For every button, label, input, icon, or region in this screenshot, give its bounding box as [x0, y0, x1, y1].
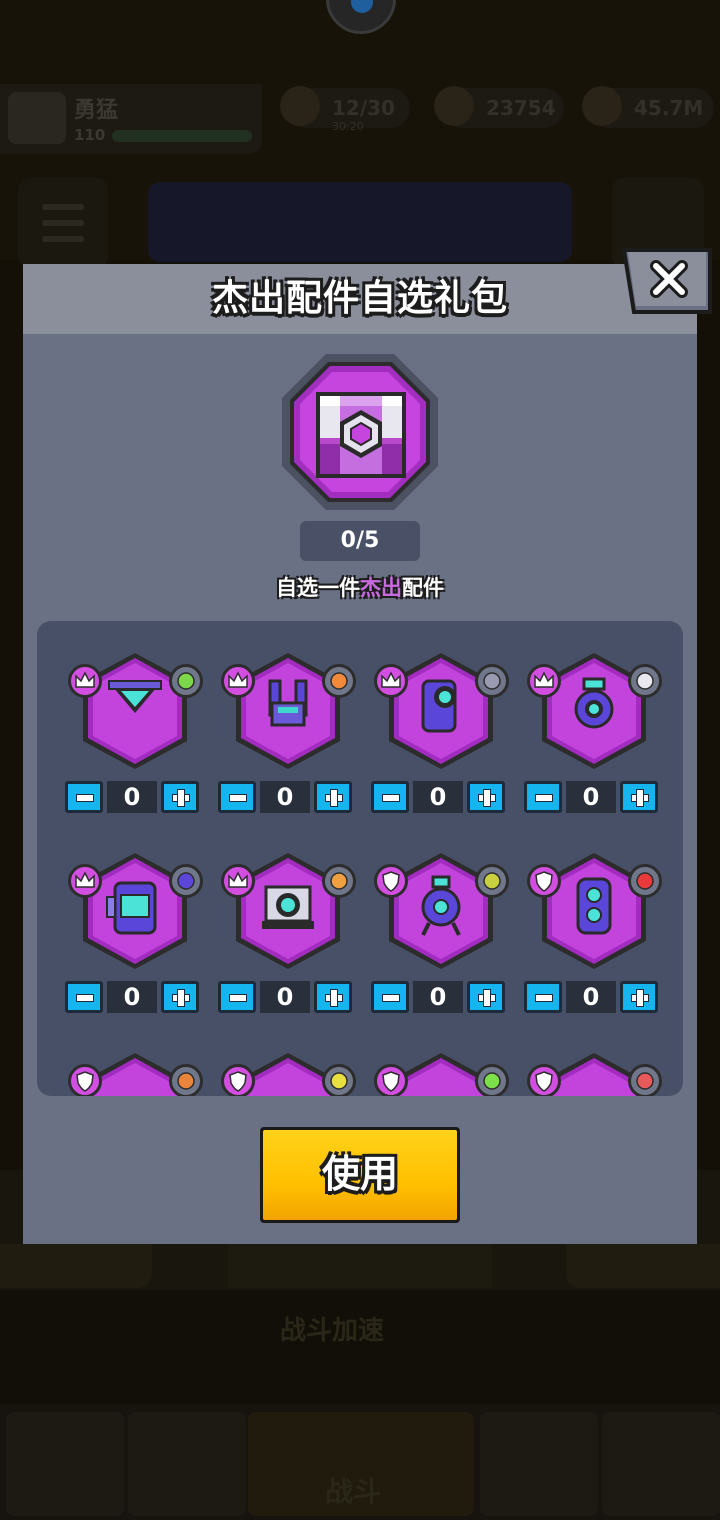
shield-icon [527, 1064, 561, 1096]
background-nav-tab [480, 1412, 598, 1516]
subtitle-suffix: 配件 [402, 576, 444, 600]
plant-icon [475, 1064, 509, 1096]
plus-button[interactable] [620, 781, 658, 813]
virus-icon [475, 864, 509, 898]
minus-button[interactable] [218, 781, 256, 813]
plus-button[interactable] [161, 781, 199, 813]
quantity-value: 0 [260, 981, 310, 1013]
accessory-item[interactable] [218, 1051, 358, 1096]
accessory-item[interactable]: 0 [218, 651, 358, 831]
background-player-bar [112, 130, 252, 142]
shield-icon [374, 1064, 408, 1096]
plus-button[interactable] [314, 981, 352, 1013]
plus-button[interactable] [161, 981, 199, 1013]
accessory-item[interactable] [524, 1051, 664, 1096]
minus-button[interactable] [524, 981, 562, 1013]
plus-button[interactable] [467, 981, 505, 1013]
accessory-item[interactable]: 0 [524, 851, 664, 1031]
shield-icon [221, 1064, 255, 1096]
quantity-value: 0 [107, 981, 157, 1013]
background-nav-tab [128, 1412, 246, 1516]
quantity-stepper[interactable]: 0 [65, 781, 199, 815]
background-nav-tab [6, 1412, 124, 1516]
quantity-stepper[interactable]: 0 [371, 781, 505, 815]
ball-icon [628, 664, 662, 698]
dialog-subtitle: 自选一件杰出配件 [0, 572, 720, 602]
crown-icon [221, 864, 255, 898]
close-button[interactable] [620, 248, 712, 314]
brick-icon [169, 1064, 203, 1096]
cone-icon [169, 864, 203, 898]
minus-button[interactable] [524, 781, 562, 813]
quantity-value: 0 [413, 781, 463, 813]
quantity-stepper[interactable]: 0 [218, 781, 352, 815]
dialog-title: 杰出配件自选礼包 [211, 278, 508, 319]
target-icon [322, 1064, 356, 1096]
quantity-value: 0 [107, 781, 157, 813]
shield-icon [527, 864, 561, 898]
plus-button[interactable] [467, 781, 505, 813]
background-menu-button [18, 178, 108, 268]
minus-button[interactable] [371, 781, 409, 813]
background-nav-tab [602, 1412, 720, 1516]
accessory-item[interactable]: 0 [65, 851, 205, 1031]
selection-counter: 0/5 [300, 521, 420, 561]
background-progress-banner [148, 182, 572, 262]
accessory-item[interactable] [371, 1051, 511, 1096]
quantity-value: 0 [566, 781, 616, 813]
accessory-item[interactable]: 0 [371, 851, 511, 1031]
accessory-item[interactable] [65, 1051, 205, 1096]
quantity-stepper[interactable]: 0 [371, 981, 505, 1015]
minus-button[interactable] [371, 981, 409, 1013]
minus-button[interactable] [65, 781, 103, 813]
quantity-stepper[interactable]: 0 [218, 981, 352, 1015]
crown-icon [221, 664, 255, 698]
minus-button[interactable] [218, 981, 256, 1013]
croissant-icon [322, 864, 356, 898]
crown-icon [527, 664, 561, 698]
crown-icon [374, 664, 408, 698]
background-boost-label: 战斗加速 [280, 1316, 385, 1346]
close-x-icon [621, 248, 712, 314]
background-daily-activity [566, 1244, 720, 1288]
bottle-icon [169, 664, 203, 698]
background-gems-pill: 45.7M [582, 86, 714, 128]
radio-icon [475, 664, 509, 698]
avatar [8, 92, 66, 144]
background-coins-pill: 23754 [434, 86, 564, 128]
plus-button[interactable] [620, 981, 658, 1013]
background-energy-pill: 12/30 30:20 [280, 86, 410, 133]
bag-icon [322, 664, 356, 698]
accessory-item[interactable]: 0 [371, 651, 511, 831]
background-player-name: 勇猛 [74, 98, 119, 123]
accessory-item[interactable]: 0 [524, 651, 664, 831]
background-player-card: 勇猛 110 [0, 84, 262, 154]
background-player-level: 110 [74, 126, 106, 144]
quantity-stepper[interactable]: 0 [524, 781, 658, 815]
rocket-icon [628, 1064, 662, 1096]
chest-icon [280, 352, 440, 512]
quantity-stepper[interactable]: 0 [524, 981, 658, 1015]
background-battle-label: 战斗 [325, 1475, 382, 1508]
quantity-value: 0 [260, 781, 310, 813]
subtitle-prefix: 自选一件 [276, 576, 360, 600]
use-button[interactable]: 使用 [260, 1127, 460, 1223]
quantity-value: 0 [566, 981, 616, 1013]
crown-icon [68, 664, 102, 698]
boomerang-icon [628, 864, 662, 898]
accessory-grid[interactable]: 0 0 0 0 0 0 0 0 [37, 621, 683, 1096]
plus-button[interactable] [314, 781, 352, 813]
use-button-label: 使用 [321, 1152, 398, 1196]
crown-icon [68, 864, 102, 898]
minus-button[interactable] [65, 981, 103, 1013]
accessory-item[interactable]: 0 [65, 651, 205, 831]
shield-icon [68, 1064, 102, 1096]
quantity-value: 0 [413, 981, 463, 1013]
subtitle-highlight: 杰出 [360, 576, 402, 600]
background-daily-challenge [0, 1244, 152, 1288]
quantity-stepper[interactable]: 0 [65, 981, 199, 1015]
background-middle-button [228, 1244, 492, 1288]
accessory-item[interactable]: 0 [218, 851, 358, 1031]
shield-icon [374, 864, 408, 898]
